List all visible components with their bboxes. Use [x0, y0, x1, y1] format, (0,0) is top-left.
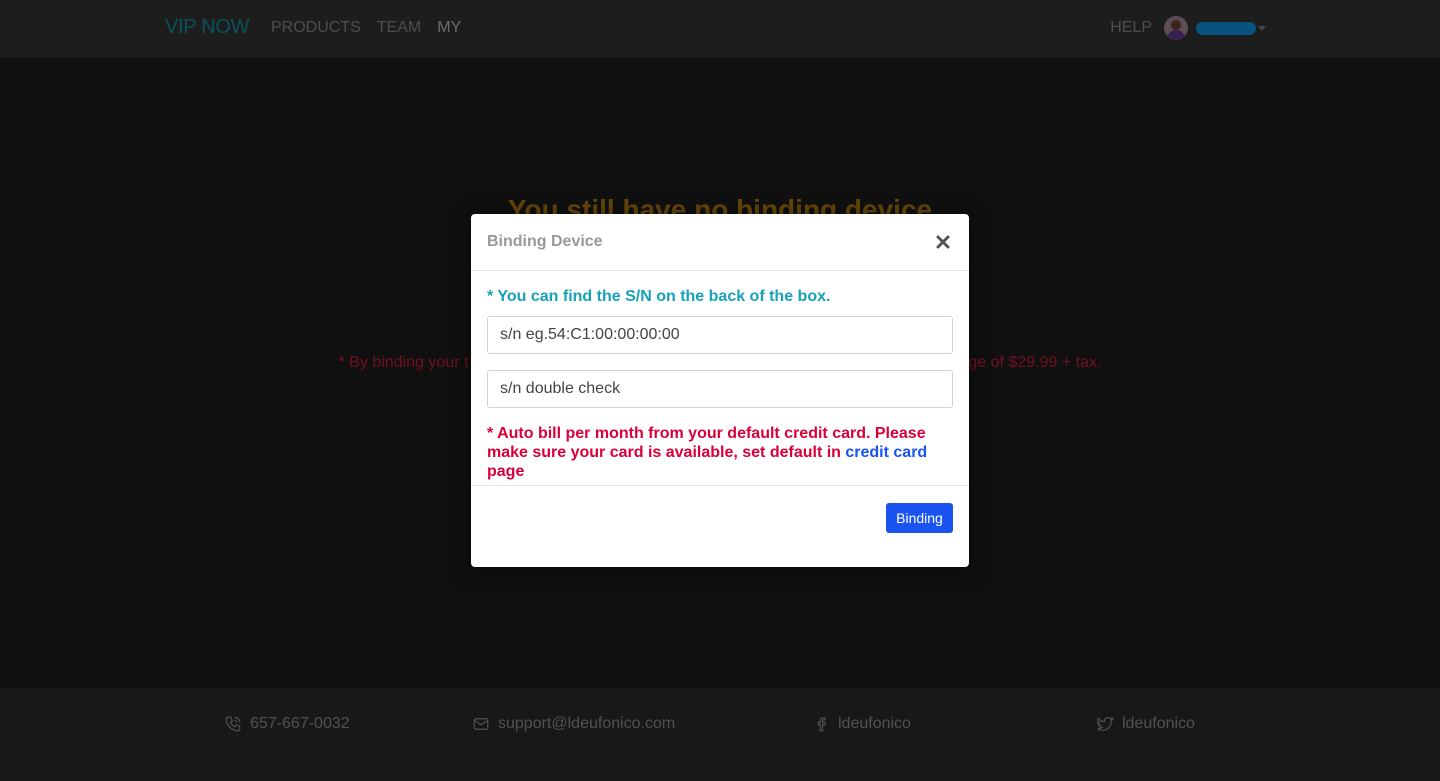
modal-header: Binding Device [471, 214, 969, 271]
binding-device-modal: Binding Device * You can find the S/N on… [471, 214, 969, 567]
credit-card-link[interactable]: credit card [845, 444, 927, 461]
close-icon [936, 235, 950, 249]
sn-hint: * You can find the S/N on the back of th… [487, 288, 831, 305]
modal-footer: Binding [471, 486, 969, 567]
auto-bill-note: * Auto bill per month from your default … [487, 424, 953, 481]
auto-bill-note-suffix: page [487, 463, 525, 480]
modal-body: * You can find the S/N on the back of th… [471, 271, 969, 486]
close-button[interactable] [933, 230, 953, 254]
binding-button[interactable]: Binding [886, 503, 953, 533]
modal-title: Binding Device [487, 233, 603, 250]
sn-double-check-input[interactable] [487, 370, 953, 408]
sn-input[interactable] [487, 316, 953, 354]
